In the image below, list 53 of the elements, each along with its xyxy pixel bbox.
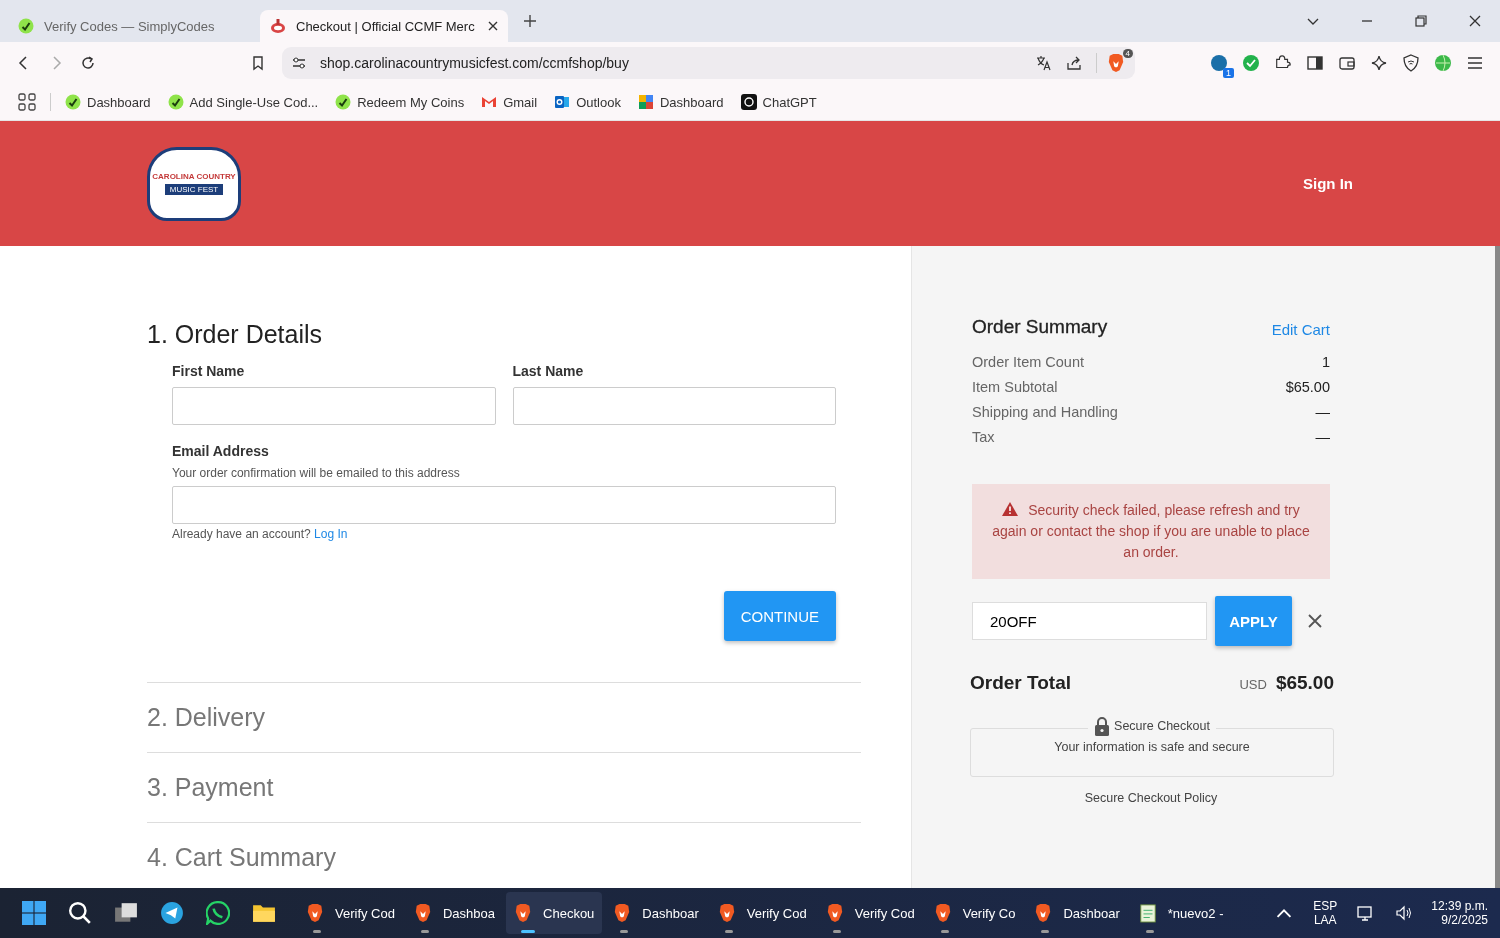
- count-badge: 4: [1122, 49, 1133, 58]
- coupon-field[interactable]: 20OFF: [972, 602, 1207, 640]
- taskbar-window[interactable]: Dashboa: [406, 892, 504, 934]
- bookmark-item[interactable]: Redeem My Coins: [335, 94, 465, 110]
- summary-value: —: [1315, 429, 1330, 447]
- taskbar-window[interactable]: Verify Co: [925, 892, 1024, 934]
- browser-tab[interactable]: Verify Codes — SimplyCodes: [8, 10, 256, 42]
- log-in-link[interactable]: Log In: [314, 527, 348, 541]
- bookmark-item[interactable]: Add Single-Use Cod...: [167, 94, 319, 110]
- summary-label: Shipping and Handling: [972, 404, 1118, 422]
- summary-value: $65.00: [1285, 379, 1330, 397]
- step-heading[interactable]: 1. Order Details: [147, 316, 861, 363]
- festival-logo[interactable]: CAROLINA COUNTRY MUSIC FEST: [147, 146, 241, 221]
- summary-label: Item Subtotal: [972, 379, 1058, 397]
- summary-label: Order Item Count: [972, 354, 1084, 372]
- taskbar-window[interactable]: Verify Cod: [709, 892, 815, 934]
- taskbar-window[interactable]: Dashboar: [605, 892, 707, 934]
- clock[interactable]: 12:39 p.m. 9/2/2025: [1431, 899, 1488, 927]
- browser-tab[interactable]: Checkout | Official CCMF Merc: [260, 10, 508, 42]
- total-amount: $65.00: [1275, 672, 1334, 694]
- summary-title: Order Summary: [972, 316, 1108, 338]
- summary-value: 1: [1321, 354, 1330, 372]
- bookmark-item[interactable]: Outlook: [554, 94, 621, 110]
- field-hint: Your order confirmation will be emailed to this address: [172, 466, 461, 480]
- language-indicator[interactable]: ESP LAA: [1313, 899, 1338, 927]
- taskbar-window[interactable]: Verify Cod: [298, 892, 403, 934]
- bookmark-item[interactable]: Dashboard: [65, 94, 151, 110]
- error-message: Security check failed, please refresh and try again or contact the shop if you are unable to place an order.: [992, 501, 1310, 562]
- taskbar-window[interactable]: Checkou: [506, 892, 603, 934]
- field-label: Email Address: [172, 443, 270, 459]
- bookmark-item[interactable]: ChatGPT: [740, 94, 817, 110]
- account-prompt: Already have an account?: [172, 527, 311, 541]
- bookmark-item[interactable]: Dashboard: [637, 94, 724, 110]
- step-heading[interactable]: 4. Cart Summary: [147, 823, 861, 892]
- taskbar-window[interactable]: *nuevo2 -: [1130, 892, 1232, 934]
- secure-title: Secure Checkout: [1114, 719, 1210, 733]
- step-heading[interactable]: 3. Payment: [147, 753, 861, 822]
- policy-link[interactable]: Secure Checkout Policy: [972, 791, 1330, 805]
- address-bar[interactable]: shop.carolinacountrymusicfest.com/ccmfshop/buy 4: [282, 47, 1135, 79]
- taskbar-window[interactable]: Dashboar: [1026, 892, 1128, 934]
- step-heading[interactable]: 2. Delivery: [147, 683, 861, 752]
- summary-label: Tax: [972, 429, 995, 447]
- total-label: Order Total: [970, 672, 1072, 694]
- sign-in-link[interactable]: Sign In: [1303, 175, 1353, 192]
- field-label: Last Name: [512, 363, 585, 379]
- secure-text: Your information is safe and secure: [1054, 740, 1250, 754]
- taskbar-window[interactable]: Verify Cod: [817, 892, 923, 934]
- currency-label: USD: [1239, 677, 1267, 692]
- field-label: First Name: [172, 363, 246, 379]
- summary-value: —: [1315, 404, 1330, 422]
- bookmark-item[interactable]: Gmail: [481, 94, 538, 110]
- url-text: shop.carolinacountrymusicfest.com/ccmfshop/buy: [320, 55, 629, 71]
- count-badge: 1: [1223, 68, 1234, 78]
